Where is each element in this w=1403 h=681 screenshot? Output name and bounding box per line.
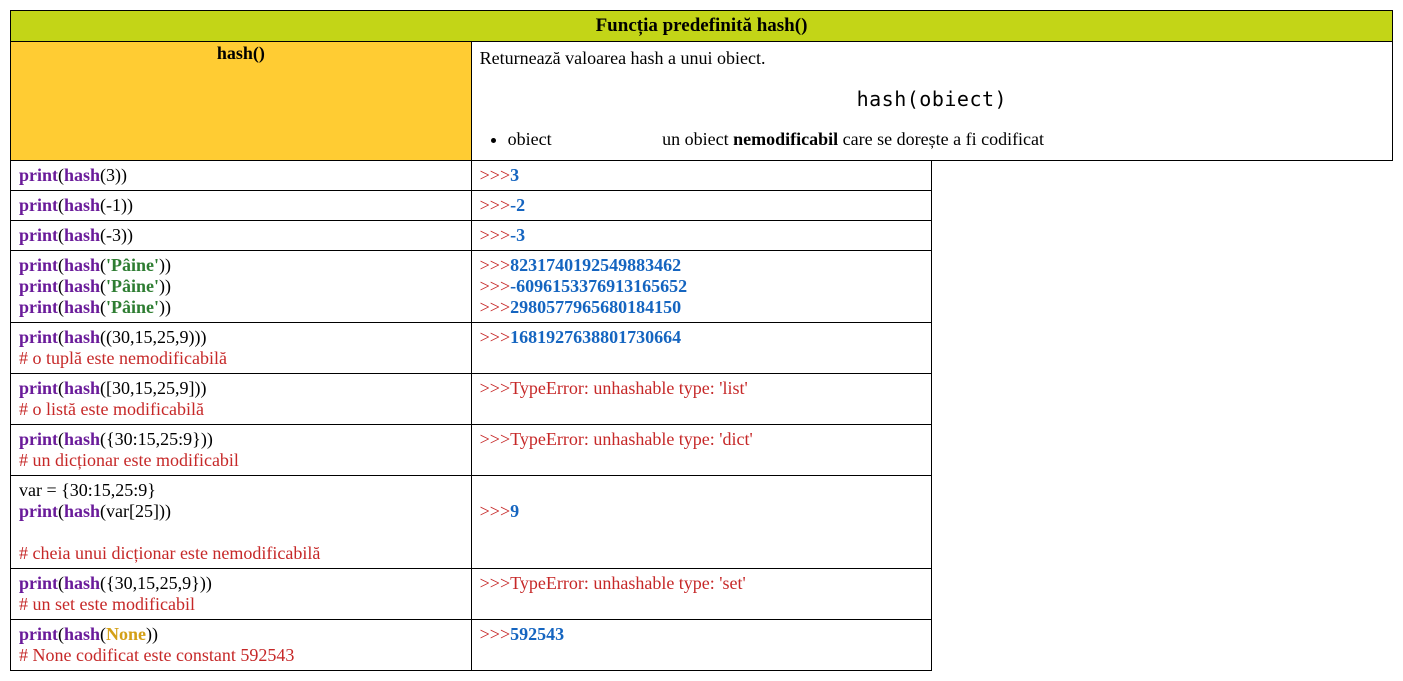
table-row: print(hash(3))>>>3 (11, 161, 1393, 191)
code-cell: print(hash(-3)) (11, 221, 472, 251)
param-desc-prefix: un obiect (662, 129, 733, 149)
code-cell: print(hash(-1)) (11, 191, 472, 221)
table-row: print(hash(None))# None codificat este c… (11, 620, 1393, 671)
table-row: print(hash((30,15,25,9)))# o tuplă este … (11, 323, 1393, 374)
table-row: print(hash([30,15,25,9]))# o listă este … (11, 374, 1393, 425)
table-row: print(hash({30,15,25,9}))# un set este m… (11, 569, 1393, 620)
code-cell: print(hash({30,15,25,9}))# un set este m… (11, 569, 472, 620)
table-row: print(hash('Pâine'))print(hash('Pâine'))… (11, 251, 1393, 323)
code-cell: print(hash({30:15,25:9}))# un dicționar … (11, 425, 472, 476)
table-row: print(hash(-1))>>>-2 (11, 191, 1393, 221)
summary-text: Returnează valoarea hash a unui obiect. (480, 48, 1384, 69)
table-header: Funcția predefinită hash() (11, 11, 1393, 42)
param-desc-suffix: care se dorește a fi codificat (838, 129, 1044, 149)
code-cell: var = {30:15,25:9}print(hash(var[25]))# … (11, 476, 472, 569)
syntax-line: hash(obiect) (480, 87, 1384, 111)
output-cell: >>>-2 (471, 191, 932, 221)
side-label: hash() (11, 42, 472, 161)
output-cell: >>>8231740192549883462>>>-60961533769131… (471, 251, 932, 323)
code-cell: print(hash(3)) (11, 161, 472, 191)
output-cell: >>>592543 (471, 620, 932, 671)
param-list: obiect un obiect nemodificabil care se d… (508, 129, 1384, 150)
output-cell: >>>TypeError: unhashable type: 'set' (471, 569, 932, 620)
code-cell: print(hash((30,15,25,9)))# o tuplă este … (11, 323, 472, 374)
output-cell: >>>3 (471, 161, 932, 191)
output-cell: >>>TypeError: unhashable type: 'dict' (471, 425, 932, 476)
description-cell: Returnează valoarea hash a unui obiect. … (471, 42, 1392, 161)
param-item: obiect un obiect nemodificabil care se d… (508, 129, 1384, 150)
table-row: print(hash(-3))>>>-3 (11, 221, 1393, 251)
output-cell: >>>-3 (471, 221, 932, 251)
param-name: obiect (508, 129, 658, 150)
code-cell: print(hash([30,15,25,9]))# o listă este … (11, 374, 472, 425)
table-row: print(hash({30:15,25:9}))# un dicționar … (11, 425, 1393, 476)
output-cell: >>>9 (471, 476, 932, 569)
output-cell: >>>1681927638801730664 (471, 323, 932, 374)
hash-function-table: Funcția predefinită hash() hash() Return… (10, 10, 1393, 671)
code-cell: print(hash(None))# None codificat este c… (11, 620, 472, 671)
code-cell: print(hash('Pâine'))print(hash('Pâine'))… (11, 251, 472, 323)
table-row: var = {30:15,25:9}print(hash(var[25]))# … (11, 476, 1393, 569)
param-desc-bold: nemodificabil (733, 129, 838, 149)
output-cell: >>>TypeError: unhashable type: 'list' (471, 374, 932, 425)
